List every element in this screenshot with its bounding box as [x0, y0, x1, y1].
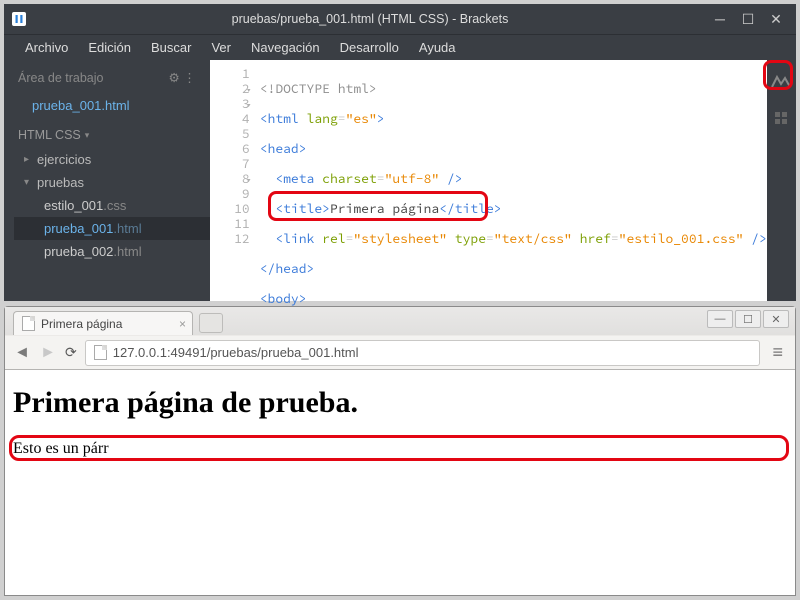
reload-button[interactable]: ⟳: [65, 344, 77, 361]
browser-toolbar: ◄ ► ⟳ 127.0.0.1:49491/pruebas/prueba_001…: [5, 335, 795, 369]
tree-file-prueba-001[interactable]: prueba_001.html: [14, 217, 210, 240]
gear-icon[interactable]: ⚙ ⋮: [169, 70, 196, 85]
page-paragraph: Esto es un párr: [13, 440, 787, 458]
menu-navegacion[interactable]: Navegación: [242, 36, 329, 59]
file-basename: estilo_001: [44, 198, 103, 213]
working-files-header: Área de trabajo ⚙ ⋮: [4, 60, 210, 93]
minimize-button[interactable]: ─: [706, 8, 734, 30]
url-bar[interactable]: 127.0.0.1:49491/pruebas/prueba_001.html: [85, 340, 761, 366]
menu-ver[interactable]: Ver: [202, 36, 240, 59]
close-button[interactable]: ✕: [762, 8, 790, 30]
browser-tab[interactable]: Primera página ×: [13, 311, 193, 335]
forward-button[interactable]: ►: [39, 344, 57, 362]
tree-file-estilo[interactable]: estilo_001.css: [14, 194, 210, 217]
site-icon: [94, 345, 107, 360]
extension-manager-icon[interactable]: [768, 106, 794, 130]
url-text: 127.0.0.1:49491/pruebas/prueba_001.html: [113, 345, 359, 360]
file-ext: .html: [113, 244, 141, 259]
folder-label: pruebas: [37, 175, 84, 190]
working-file[interactable]: prueba_001.html: [4, 93, 210, 118]
menu-buscar[interactable]: Buscar: [142, 36, 200, 59]
browser-viewport: Primera página de prueba. Esto es un pár…: [5, 370, 795, 595]
menu-desarrollo[interactable]: Desarrollo: [331, 36, 408, 59]
back-button[interactable]: ◄: [13, 344, 31, 362]
brackets-window: pruebas/prueba_001.html (HTML CSS) - Bra…: [4, 4, 796, 301]
menu-ayuda[interactable]: Ayuda: [410, 36, 465, 59]
menu-bar: Archivo Edición Buscar Ver Navegación De…: [4, 34, 796, 60]
menu-edicion[interactable]: Edición: [79, 36, 140, 59]
new-tab-button[interactable]: [199, 313, 223, 333]
chevron-down-icon: ▾: [24, 177, 29, 188]
page-heading: Primera página de prueba.: [13, 386, 787, 420]
browser-minimize-button[interactable]: —: [707, 310, 733, 328]
folder-pruebas[interactable]: ▾ pruebas: [14, 171, 210, 194]
right-toolbar: [767, 60, 796, 301]
close-tab-icon[interactable]: ×: [179, 317, 186, 331]
maximize-button[interactable]: ☐: [734, 8, 762, 30]
annotation-highlight-livepreview: [763, 60, 793, 90]
sidebar: Área de trabajo ⚙ ⋮ prueba_001.html HTML…: [4, 60, 210, 301]
editor-area: 1 2▾ 3▾ 4 5 6 7 8▾ 9 10 11 12 <!DOCTYPE …: [210, 60, 767, 301]
chevron-right-icon: ▸: [24, 154, 29, 165]
tab-strip: Primera página × — ☐ ✕: [5, 307, 795, 335]
folder-ejercicios[interactable]: ▸ ejercicios: [14, 148, 210, 171]
menu-archivo[interactable]: Archivo: [16, 36, 77, 59]
file-ext: .html: [113, 221, 141, 236]
file-ext: .css: [103, 198, 126, 213]
project-name: HTML CSS: [18, 128, 81, 142]
brackets-titlebar: pruebas/prueba_001.html (HTML CSS) - Bra…: [4, 4, 796, 34]
browser-close-button[interactable]: ✕: [763, 310, 789, 328]
window-title: pruebas/prueba_001.html (HTML CSS) - Bra…: [34, 12, 706, 26]
project-header[interactable]: HTML CSS ▾: [4, 118, 210, 148]
brackets-app-icon: [10, 10, 28, 28]
file-basename: prueba_001: [44, 221, 113, 236]
browser-window: Primera página × — ☐ ✕ ◄ ► ⟳ 127.0.0.1:4…: [4, 306, 796, 596]
chevron-down-icon: ▾: [85, 130, 90, 141]
tab-title: Primera página: [41, 317, 122, 331]
browser-menu-icon[interactable]: ≡: [768, 342, 787, 363]
working-files-label: Área de trabajo: [18, 71, 103, 85]
folder-label: ejercicios: [37, 152, 91, 167]
browser-maximize-button[interactable]: ☐: [735, 310, 761, 328]
tree-file-prueba-002[interactable]: prueba_002.html: [14, 240, 210, 263]
file-basename: prueba_002: [44, 244, 113, 259]
page-icon: [22, 316, 35, 331]
